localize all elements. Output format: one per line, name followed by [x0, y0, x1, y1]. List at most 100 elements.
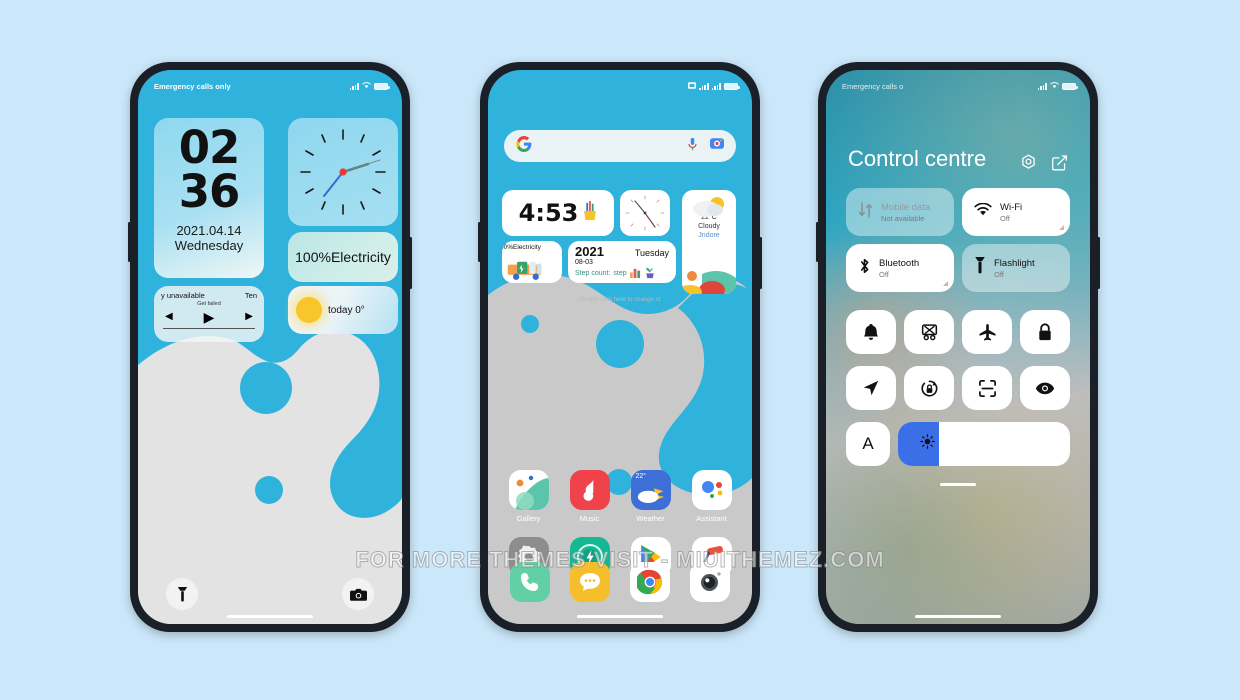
dock-messages[interactable] — [570, 562, 610, 602]
digital-clock-time: 4:53 — [518, 199, 579, 227]
location-toggle[interactable] — [846, 366, 896, 410]
phone3-screen: Emergency calls o Control centre Mobile … — [826, 70, 1090, 624]
carrier-label: Emergency calls only — [154, 81, 231, 91]
flashlight-icon — [974, 257, 986, 279]
next-track-icon[interactable]: ▶ — [245, 312, 253, 322]
search-input[interactable] — [504, 130, 736, 162]
music-note-icon — [569, 470, 610, 510]
home-indicator[interactable] — [227, 615, 313, 618]
status-icons — [349, 81, 390, 91]
digital-clock-widget[interactable]: 4:53 — [502, 190, 614, 236]
tile-expand-corner[interactable] — [943, 281, 948, 286]
clock-hours: 02 — [178, 121, 241, 174]
dock-phone[interactable] — [510, 562, 550, 602]
flashlight-shortcut-button[interactable] — [166, 578, 198, 610]
bar-chart-icon — [629, 267, 641, 280]
pencil-cup-icon — [582, 200, 597, 226]
music-player-widget[interactable]: y unavailable Ten Get failed ◀ ▶ ▶ — [154, 286, 264, 342]
partly-cloudy-icon — [693, 197, 724, 217]
homescreen-widgets: 4:53 40%Electricity 2021 Tuesday 08-03 S… — [502, 190, 738, 303]
reading-mode-toggle[interactable] — [1020, 366, 1070, 410]
screenshot-toggle[interactable] — [904, 310, 954, 354]
rotation-lock-icon — [920, 379, 937, 397]
analog-clock-widget[interactable] — [288, 118, 398, 226]
flashlight-icon — [177, 586, 187, 601]
analog-clock-widget-2[interactable] — [620, 190, 670, 236]
google-assistant-icon — [691, 470, 732, 510]
weather-widget-2[interactable]: 22°C Cloudy Jndore — [682, 190, 736, 294]
tile-title: Flashlight — [994, 257, 1035, 269]
phone-lockscreen: Emergency calls only 02 36 2021.04.14 We… — [128, 62, 412, 632]
music-artist: Ten — [244, 291, 257, 300]
home-indicator[interactable] — [577, 615, 663, 618]
signal-bars-icon — [349, 82, 359, 90]
music-progress-bar[interactable] — [163, 328, 255, 329]
app-label: Assistant — [696, 514, 727, 523]
lockscreen-clock-widget[interactable]: 02 36 2021.04.14 Wednesday — [154, 118, 264, 278]
analog-clock-icon — [300, 129, 386, 215]
mobile-data-icon — [858, 201, 873, 223]
clock-minutes: 36 — [178, 165, 241, 219]
small-toggle-row-2 — [846, 366, 1070, 410]
date-step-widget[interactable]: 2021 Tuesday 08-03 Step count: step — [568, 241, 676, 283]
page-title: Control centre — [848, 146, 987, 171]
date-year: 2021 — [575, 244, 604, 259]
tile-title: Mobile data — [881, 201, 931, 213]
weather-badge: 22° — [635, 473, 647, 480]
weather-widget[interactable]: today 0° — [288, 286, 398, 334]
google-lens-icon[interactable] — [710, 137, 724, 155]
dock-camera[interactable] — [690, 562, 730, 602]
microphone-icon[interactable] — [687, 137, 698, 156]
carrier-label: Emergency calls o — [842, 81, 904, 91]
widget-hint: Double click here to change st — [579, 297, 661, 303]
phone-homescreen: 4:53 40%Electricity 2021 Tuesday 08-03 S… — [478, 62, 762, 632]
previous-track-icon[interactable]: ◀ — [165, 312, 173, 322]
battery-percent-widget[interactable]: 100%Electricity — [288, 232, 398, 282]
edit-square-icon[interactable] — [1051, 154, 1068, 176]
dock — [500, 562, 740, 602]
lock-toggle[interactable] — [1020, 310, 1070, 354]
bell-icon — [863, 324, 879, 340]
app-assistant[interactable]: Assistant — [681, 470, 742, 523]
brightness-slider[interactable] — [898, 422, 1070, 466]
google-g-icon — [516, 136, 532, 156]
ringtone-toggle[interactable] — [846, 310, 896, 354]
signal-bars-icon — [711, 82, 721, 90]
battery-icon — [724, 82, 740, 90]
potted-plant-icon — [644, 266, 656, 281]
battery-icon — [1062, 82, 1078, 90]
tile-wifi[interactable]: Wi-Fi Off — [962, 188, 1070, 236]
auto-brightness-toggle[interactable]: A — [846, 422, 890, 466]
control-centre-drag-handle[interactable] — [940, 483, 976, 486]
camera-shortcut-button[interactable] — [342, 578, 374, 610]
date-weekday: Tuesday — [634, 248, 669, 258]
phone2-screen: 4:53 40%Electricity 2021 Tuesday 08-03 S… — [488, 70, 752, 624]
app-label: Music — [579, 514, 600, 523]
tile-expand-corner[interactable] — [1059, 225, 1064, 230]
settings-gear-icon[interactable] — [1020, 154, 1037, 176]
auto-rotate-toggle[interactable] — [904, 366, 954, 410]
message-bubble-icon — [580, 573, 600, 591]
home-indicator[interactable] — [915, 615, 1001, 618]
lock-icon — [1039, 322, 1051, 340]
app-gallery[interactable]: Gallery — [498, 470, 559, 523]
auto-brightness-label: A — [862, 434, 874, 453]
control-centre-actions — [1020, 154, 1068, 176]
music-track-title: y unavailable — [161, 291, 205, 300]
app-weather[interactable]: 22° Weather — [620, 470, 681, 523]
tile-mobile-data[interactable]: Mobile data Not available — [846, 188, 954, 236]
tile-bluetooth[interactable]: Bluetooth Off — [846, 244, 954, 292]
tile-flashlight[interactable]: Flashlight Off — [962, 244, 1070, 292]
scan-frame-icon — [978, 379, 996, 397]
scanner-toggle[interactable] — [962, 366, 1012, 410]
airplane-mode-toggle[interactable] — [962, 310, 1012, 354]
tile-subtitle: Off — [994, 269, 1004, 279]
app-music[interactable]: Music — [559, 470, 620, 523]
electricity-widget[interactable]: 40%Electricity — [502, 241, 562, 283]
tile-title: Wi-Fi — [1000, 201, 1023, 213]
signal-bars-icon — [1037, 82, 1047, 90]
camera-icon — [349, 588, 367, 601]
dock-chrome[interactable] — [630, 562, 670, 602]
play-icon[interactable]: ▶ — [204, 310, 215, 324]
tile-subtitle: Off — [1000, 213, 1010, 223]
